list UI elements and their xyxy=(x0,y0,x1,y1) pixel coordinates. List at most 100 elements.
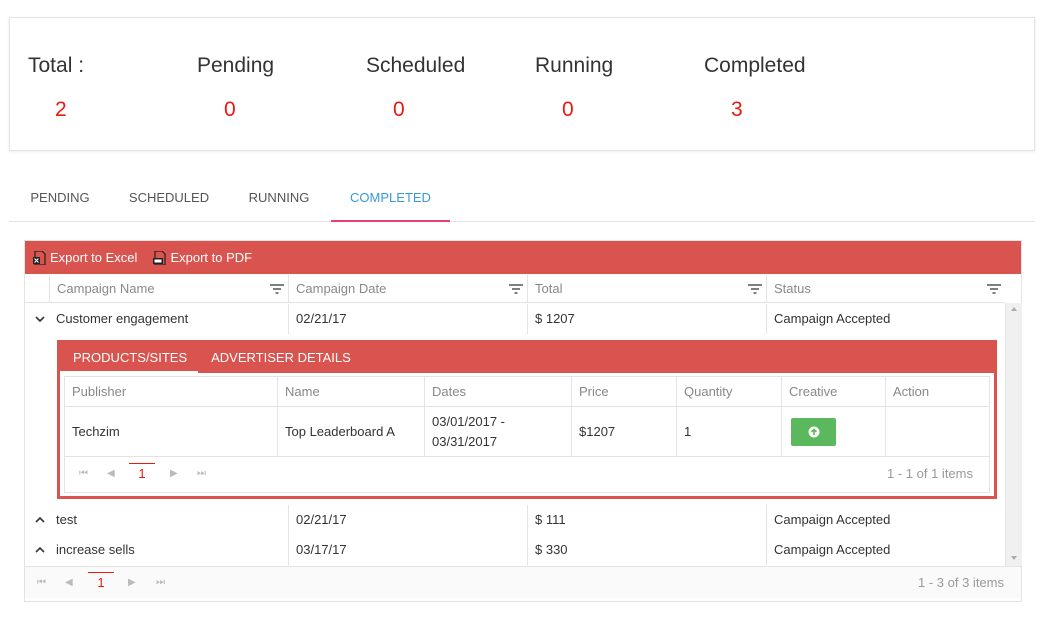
tab-advertiser-details[interactable]: ADVERTISER DETAILS xyxy=(198,343,362,373)
col-publisher[interactable]: Publisher xyxy=(65,377,277,407)
col-campaign-name[interactable]: Campaign Name xyxy=(49,275,288,303)
tab-products-sites[interactable]: PRODUCTS/SITES xyxy=(60,343,199,373)
tab-completed[interactable]: COMPLETED xyxy=(331,180,450,222)
scroll-up-icon[interactable] xyxy=(1011,307,1017,311)
last-page-icon[interactable]: ⏭ xyxy=(156,567,165,599)
first-page-icon[interactable]: ⏮ xyxy=(37,567,46,599)
filter-icon[interactable] xyxy=(509,284,523,294)
col-total-label: Total xyxy=(535,281,563,296)
col-total[interactable]: Total xyxy=(527,275,766,303)
cell-total: $ 1207 xyxy=(527,304,766,334)
stats-card: Total : 2 Pending 0 Scheduled 0 Running … xyxy=(9,17,1035,151)
grid-scrollbar[interactable] xyxy=(1005,303,1022,566)
stat-running-label: Running xyxy=(535,54,614,77)
detail-panel: PRODUCTS/SITES ADVERTISER DETAILS Publis… xyxy=(57,340,997,499)
cell-status: Campaign Accepted xyxy=(766,505,1005,535)
filter-icon[interactable] xyxy=(987,284,1001,294)
stat-pending-label: Pending xyxy=(197,54,275,77)
last-page-icon[interactable]: ⏭ xyxy=(197,458,206,490)
product-row[interactable]: Techzim Top Leaderboard A 03/01/2017 - 0… xyxy=(65,407,989,457)
next-page-icon[interactable]: ▶ xyxy=(128,567,136,599)
col-status[interactable]: Status xyxy=(766,275,1005,303)
pager-info: 1 - 3 of 3 items xyxy=(918,575,1004,590)
grid-pager: ⏮ ◀ 1 ▶ ⏭ 1 - 3 of 3 items xyxy=(25,566,1021,598)
cell-dates-end: 03/31/2017 xyxy=(432,434,498,449)
col-campaign-name-label: Campaign Name xyxy=(57,281,155,296)
cell-status: Campaign Accepted xyxy=(766,535,1005,565)
excel-icon xyxy=(33,250,46,265)
export-pdf-button[interactable]: Export to PDF xyxy=(153,250,252,265)
tab-pending[interactable]: PENDING xyxy=(9,180,111,221)
page-number[interactable]: 1 xyxy=(129,463,155,483)
tab-running[interactable]: RUNNING xyxy=(227,180,331,221)
stat-scheduled-label: Scheduled xyxy=(366,54,466,77)
col-action[interactable]: Action xyxy=(885,377,989,407)
col-status-label: Status xyxy=(774,281,811,296)
col-campaign-date-label: Campaign Date xyxy=(296,281,387,296)
cell-price: $1207 xyxy=(571,407,676,457)
collapse-row-chevron-icon[interactable] xyxy=(33,304,47,334)
export-excel-button[interactable]: Export to Excel xyxy=(33,250,137,265)
stat-running: Running 0 xyxy=(535,54,613,122)
stat-pending: Pending 0 xyxy=(197,54,274,122)
stat-scheduled-value: 0 xyxy=(393,98,405,121)
expand-row-chevron-icon[interactable] xyxy=(33,535,47,565)
detail-tabs: PRODUCTS/SITES ADVERTISER DETAILS xyxy=(60,343,994,373)
stat-scheduled: Scheduled 0 xyxy=(366,54,465,122)
cell-name: Top Leaderboard A xyxy=(277,407,424,457)
prev-page-icon[interactable]: ◀ xyxy=(107,458,115,490)
cell-creative xyxy=(781,407,885,457)
cell-campaign-date: 02/21/17 xyxy=(288,304,527,334)
cell-status: Campaign Accepted xyxy=(766,304,1005,334)
status-tabs: PENDING SCHEDULED RUNNING COMPLETED xyxy=(9,180,1035,222)
table-row[interactable]: increase sells 03/17/17 $ 330 Campaign A… xyxy=(25,535,1005,565)
col-campaign-date[interactable]: Campaign Date xyxy=(288,275,527,303)
col-name[interactable]: Name xyxy=(277,377,424,407)
cell-dates: 03/01/2017 - 03/31/2017 xyxy=(424,407,571,457)
stat-running-value: 0 xyxy=(562,98,574,121)
cell-campaign-name: test xyxy=(56,512,77,527)
stat-completed-value: 3 xyxy=(731,98,743,121)
prev-page-icon[interactable]: ◀ xyxy=(65,567,73,599)
scroll-down-icon[interactable] xyxy=(1011,556,1017,560)
col-price[interactable]: Price xyxy=(571,377,676,407)
cell-campaign-name: Customer engagement xyxy=(56,311,189,326)
grid-toolbar: Export to Excel Export to PDF xyxy=(25,241,1021,274)
col-quantity[interactable]: Quantity xyxy=(676,377,781,407)
export-excel-label: Export to Excel xyxy=(50,250,138,265)
grid-header: Campaign Name Campaign Date Total Status xyxy=(25,275,1005,303)
cell-total: $ 111 xyxy=(527,505,766,535)
next-page-icon[interactable]: ▶ xyxy=(170,458,178,490)
pager-info: 1 - 1 of 1 items xyxy=(887,466,973,481)
campaign-grid: Export to Excel Export to PDF Campaign N… xyxy=(24,240,1022,602)
stat-completed: Completed 3 xyxy=(704,54,806,122)
stat-completed-label: Completed xyxy=(704,54,806,77)
col-creative[interactable]: Creative xyxy=(781,377,885,407)
cell-campaign-name: increase sells xyxy=(56,542,135,557)
expand-row-chevron-icon[interactable] xyxy=(33,505,47,535)
cell-campaign-date: 02/21/17 xyxy=(288,505,527,535)
cell-publisher: Techzim xyxy=(72,424,120,439)
export-pdf-label: Export to PDF xyxy=(170,250,253,265)
cell-total: $ 330 xyxy=(527,535,766,565)
stat-total-value: 2 xyxy=(55,98,67,121)
products-pager: ⏮ ◀ 1 ▶ ⏭ 1 - 1 of 1 items xyxy=(65,458,989,490)
cell-action xyxy=(885,407,989,457)
tab-scheduled[interactable]: SCHEDULED xyxy=(111,180,227,221)
upload-creative-button[interactable] xyxy=(791,418,836,446)
table-row[interactable]: test 02/21/17 $ 111 Campaign Accepted xyxy=(25,505,1005,535)
cell-quantity: 1 xyxy=(676,407,781,457)
products-grid: Publisher Name Dates Price Quantity Crea… xyxy=(64,376,990,493)
stat-total-label: Total : xyxy=(28,54,85,77)
stat-total: Total : 2 xyxy=(28,54,84,122)
upload-icon xyxy=(808,426,819,438)
cell-dates-start: 03/01/2017 - xyxy=(432,414,506,429)
page-number[interactable]: 1 xyxy=(88,572,114,592)
pdf-icon xyxy=(153,250,167,265)
col-dates[interactable]: Dates xyxy=(424,377,571,407)
filter-icon[interactable] xyxy=(270,284,284,294)
first-page-icon[interactable]: ⏮ xyxy=(79,458,88,490)
cell-campaign-date: 03/17/17 xyxy=(288,535,527,565)
table-row[interactable]: Customer engagement 02/21/17 $ 1207 Camp… xyxy=(25,304,1005,334)
filter-icon[interactable] xyxy=(748,284,762,294)
